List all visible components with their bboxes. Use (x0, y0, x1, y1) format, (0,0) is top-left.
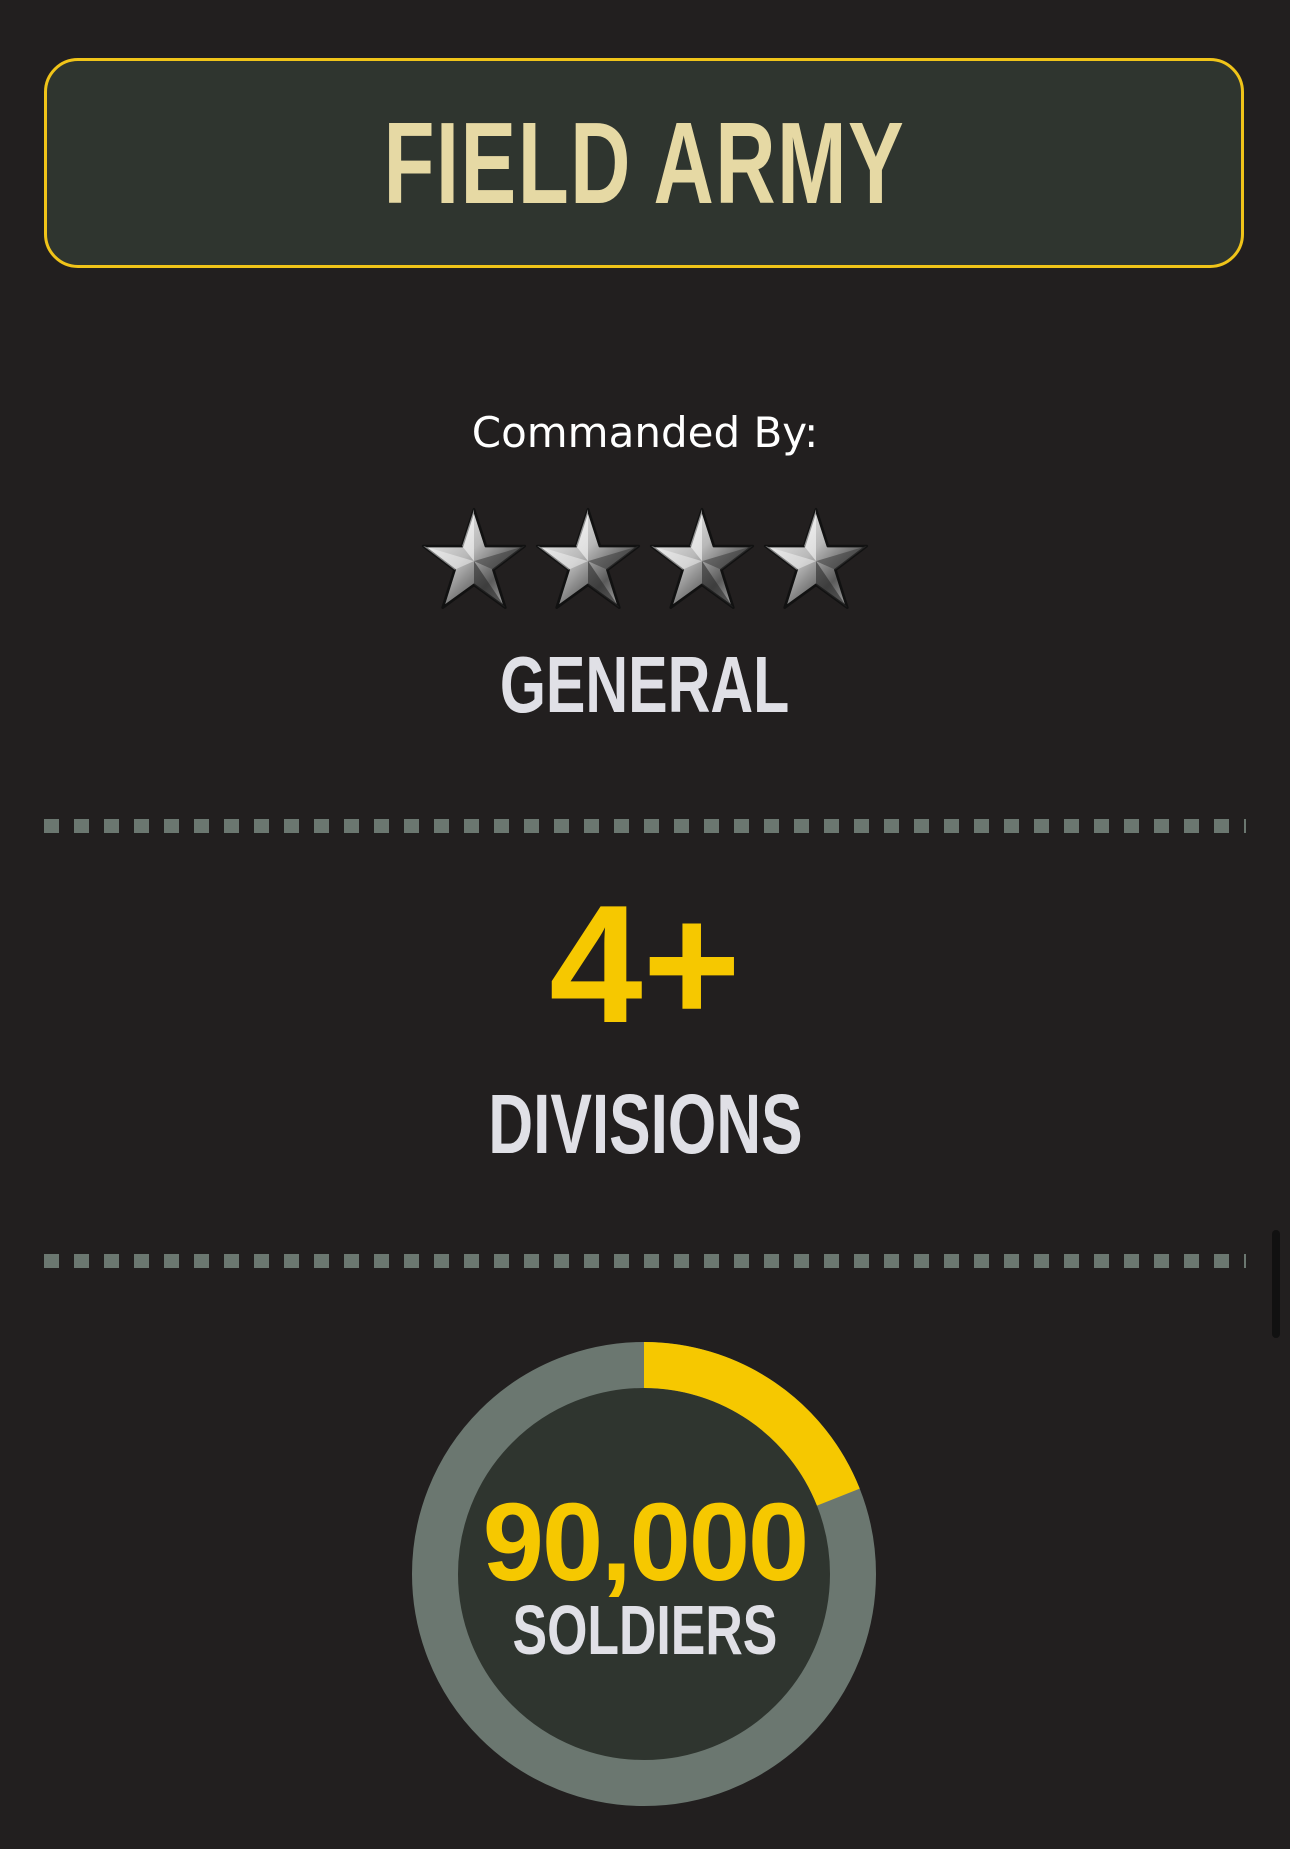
rank-name: GENERAL (0, 645, 1290, 725)
page-title: FIELD ARMY (383, 98, 905, 228)
section-divider (44, 819, 1246, 833)
soldiers-count: 90,000 (482, 1481, 809, 1604)
star-insignia-icon (421, 507, 527, 609)
rank-text: GENERAL (500, 640, 790, 729)
divisions-count: 4+ (549, 870, 741, 1058)
divisions-label: DIVISIONS (0, 1082, 1290, 1166)
soldiers-label: SOLDIERS (0, 1595, 1290, 1665)
section-divider (44, 1254, 1246, 1268)
star-insignia-icon (649, 507, 755, 609)
commanded-by-label: Commanded By: (471, 408, 819, 457)
divisions-label-text: DIVISIONS (487, 1077, 803, 1171)
star-insignia-icon (535, 507, 641, 609)
star-insignia-icon (763, 507, 869, 609)
title-card: FIELD ARMY (44, 58, 1244, 268)
soldiers-label-text: SOLDIERS (512, 1591, 778, 1669)
scrollbar-thumb[interactable] (1272, 1230, 1280, 1338)
rank-insignia (420, 505, 870, 613)
